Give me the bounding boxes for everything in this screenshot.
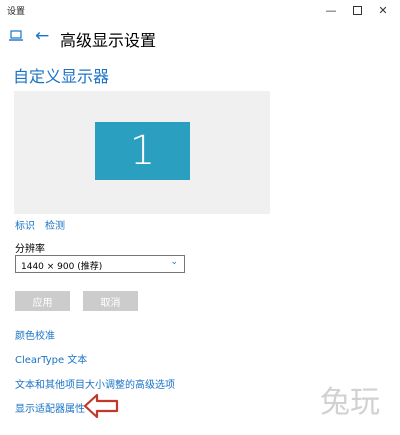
cancel-button[interactable]: 取消 (83, 291, 138, 311)
resolution-label: 分辨率 (15, 244, 45, 255)
minimize-button[interactable]: — (318, 0, 344, 20)
monitor-tile[interactable]: 1 (95, 122, 190, 180)
identify-link[interactable]: 标识 (15, 217, 35, 232)
apply-button[interactable]: 应用 (15, 291, 70, 311)
window-title: 设置 (7, 7, 26, 17)
laptop-icon (9, 30, 23, 41)
section-title: 自定义显示器 (13, 67, 110, 86)
watermark-text: 兔玩 (320, 385, 380, 420)
back-arrow-icon[interactable]: ← (35, 26, 49, 46)
resolution-select[interactable]: 1440 × 900 (推荐) ⌄ (15, 255, 185, 273)
resolution-value: 1440 × 900 (推荐) (21, 262, 103, 272)
adapter-properties-link[interactable]: 显示适配器属性 (15, 400, 85, 415)
display-preview: 1 (14, 91, 270, 214)
maximize-button[interactable] (344, 0, 370, 20)
detect-link[interactable]: 检测 (45, 217, 65, 232)
cleartype-link[interactable]: ClearType 文本 (15, 351, 87, 366)
page-header: ← 高级显示设置 (0, 22, 400, 52)
chevron-down-icon: ⌄ (170, 257, 178, 267)
maximize-icon (352, 5, 362, 15)
text-sizing-link[interactable]: 文本和其他项目大小调整的高级选项 (15, 376, 175, 391)
pointer-arrow-icon (83, 393, 119, 419)
title-bar: 设置 — ✕ (0, 0, 400, 20)
color-calibration-link[interactable]: 颜色校准 (15, 327, 55, 342)
page-title: 高级显示设置 (60, 31, 157, 50)
close-button[interactable]: ✕ (370, 0, 396, 20)
watermark-logo: 兔玩 (320, 385, 380, 420)
